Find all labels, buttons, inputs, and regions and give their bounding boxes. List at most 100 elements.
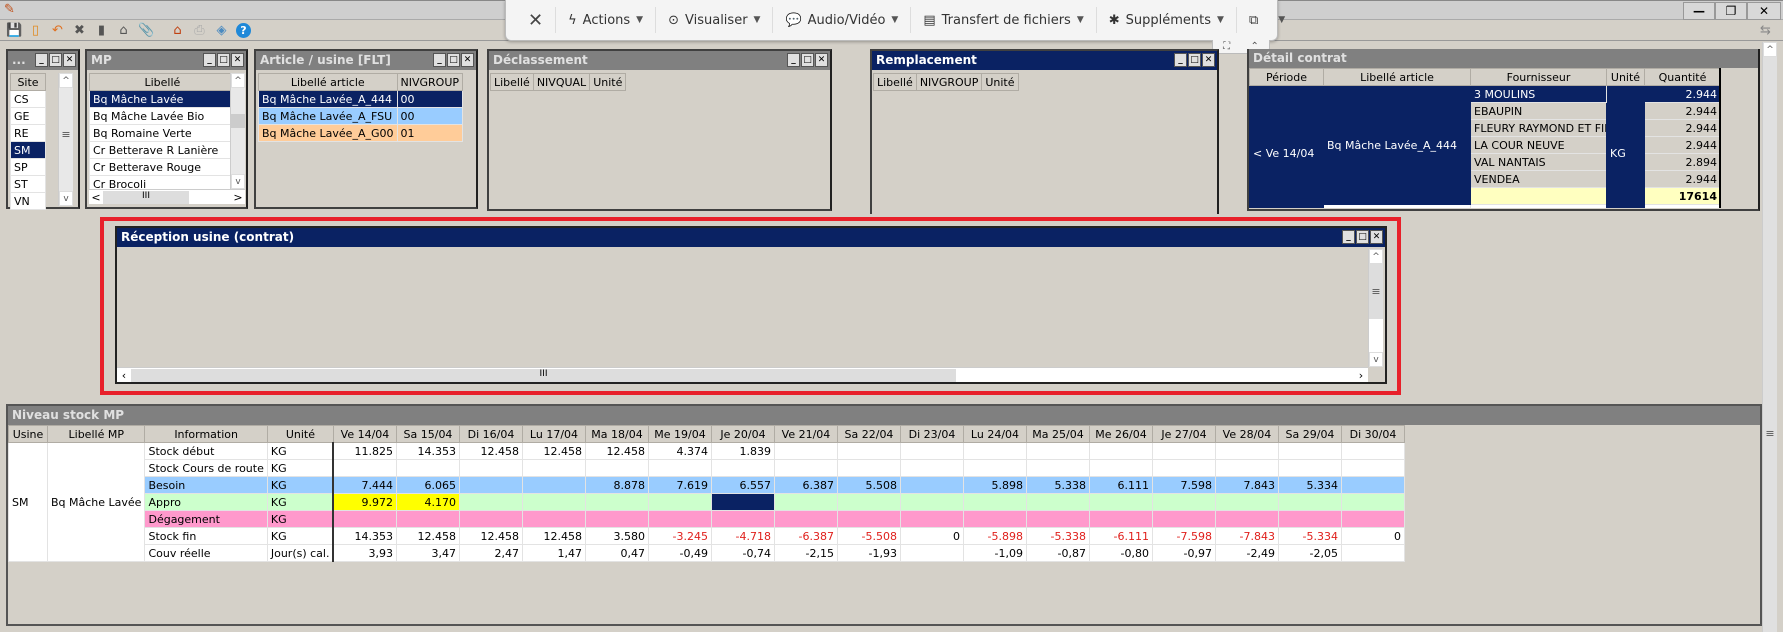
column-header[interactable]: Unité [1606,68,1645,86]
new-document-icon[interactable]: ▯ [28,23,43,38]
day-column-header[interactable]: Di 23/04 [899,425,964,443]
scroll-right-icon[interactable]: > [231,191,245,204]
value-cell[interactable] [1025,442,1090,460]
value-cell[interactable]: 6.557 [710,476,775,494]
scroll-left-icon[interactable]: < [89,191,103,204]
value-cell[interactable] [836,442,901,460]
undo-icon[interactable]: ↶ [50,23,65,38]
scroll-down-icon[interactable]: v [231,174,245,189]
column-header[interactable]: Unité [981,73,1019,91]
value-cell[interactable] [1214,493,1279,511]
value-cell[interactable]: -6.111 [1088,527,1153,545]
value-cell[interactable]: 0 [1340,527,1405,545]
value-cell[interactable]: 12.458 [395,527,460,545]
quantite-cell[interactable]: 2.894 [1644,153,1719,171]
value-cell[interactable]: -5.334 [1277,527,1342,545]
quantite-cell[interactable]: 2.944 [1644,85,1719,103]
libelle-mp-cell[interactable]: Bq Mâche Lavée [46,442,146,562]
value-cell[interactable] [1214,459,1279,477]
windows-menu[interactable]: ⧉ ▼ [1237,7,1297,33]
list-item[interactable]: RE [10,124,46,142]
value-cell[interactable]: 7.619 [647,476,712,494]
information-cell[interactable]: Besoin [144,476,268,494]
value-cell[interactable] [1088,459,1153,477]
list-item[interactable]: Bq Romaine Verte [89,124,230,142]
value-cell[interactable] [1214,510,1279,528]
value-cell[interactable] [773,493,838,511]
day-column-header[interactable]: Sa 29/04 [1277,425,1342,443]
table-row[interactable]: Besoin KG 7.444 6.065 8.878 7.619 6.557 6.387 5.… [8,476,1405,494]
fournisseur-cell[interactable]: VAL NANTAIS [1470,153,1607,171]
list-item[interactable]: SM [10,141,46,159]
scroll-down-icon[interactable]: v [59,191,73,206]
value-cell[interactable]: 14.353 [332,527,397,545]
value-cell[interactable] [962,493,1027,511]
unit-cell[interactable]: KG [266,442,335,460]
cell[interactable]: 00 [396,107,464,125]
column-header[interactable]: Libellé [89,73,230,91]
cell[interactable]: 00 [396,90,464,108]
value-cell[interactable]: 7.843 [1214,476,1279,494]
scroll-thumb[interactable]: ≡ [59,128,73,141]
value-cell[interactable]: 8.878 [584,476,649,494]
value-cell[interactable] [836,493,901,511]
column-header[interactable]: NIVGROUP [396,73,464,91]
value-cell[interactable]: -2,05 [1277,544,1342,562]
cell[interactable]: 01 [396,124,464,142]
value-cell[interactable] [521,459,586,477]
value-cell[interactable]: -1,93 [836,544,901,562]
mp-cell[interactable]: Bq Mâche Lavée [89,90,230,108]
value-cell[interactable]: 6.111 [1088,476,1153,494]
value-cell[interactable]: 3,93 [332,544,397,562]
unit-cell[interactable]: Jour(s) cal. [266,544,335,562]
window-minimize-button[interactable]: _ [1342,230,1355,244]
value-cell[interactable] [899,476,964,494]
table-row[interactable]: Dégagement KG [8,510,1405,528]
value-cell[interactable] [836,459,901,477]
value-cell[interactable]: 2,47 [458,544,523,562]
value-cell[interactable]: -7.843 [1214,527,1279,545]
column-header[interactable]: NIVQUAL [532,73,591,91]
information-cell[interactable]: Couv réelle [144,544,268,562]
value-cell[interactable] [332,510,397,528]
site-cell[interactable]: ST [10,175,46,193]
value-cell[interactable] [458,510,523,528]
periode-cell[interactable]: < Ve 14/04 [1249,85,1324,208]
list-item[interactable]: Cr Betterave R Lanière [89,141,230,159]
save-icon[interactable]: 💾 [6,23,22,38]
value-cell[interactable] [521,510,586,528]
value-cell[interactable]: 6.065 [395,476,460,494]
window-close-button[interactable]: ✕ [63,53,76,67]
value-cell[interactable] [773,442,838,460]
unit-cell[interactable]: KG [266,510,335,528]
horizontal-scrollbar[interactable]: ‹ III › [117,367,1368,382]
value-cell[interactable] [1277,493,1342,511]
column-header[interactable]: Site [10,73,46,91]
value-cell[interactable] [1340,442,1405,460]
mp-cell[interactable]: Cr Betterave Rouge [89,158,230,176]
value-cell[interactable] [1340,544,1405,562]
attachment-icon[interactable]: 📎 [138,23,154,38]
audio-video-menu[interactable]: 💬 Audio/Vidéo ▼ [773,7,912,33]
fournisseur-cell[interactable]: VENDEA [1470,170,1607,188]
value-cell[interactable]: 12.458 [458,442,523,460]
value-cell[interactable]: -0,97 [1151,544,1216,562]
cell[interactable]: Bq Mâche Lavée_A_G00 [258,124,398,142]
window-close-button[interactable]: ✕ [1202,53,1215,67]
value-cell[interactable]: -6.387 [773,527,838,545]
value-cell[interactable] [584,493,649,511]
fournisseur-cell[interactable]: LA COUR NEUVE [1470,136,1607,154]
value-cell[interactable]: 4.170 [395,493,460,511]
value-cell[interactable]: -5.898 [962,527,1027,545]
value-cell[interactable]: 5.508 [836,476,901,494]
cell[interactable]: Bq Mâche Lavée_A_444 [258,90,398,108]
value-cell[interactable] [899,493,964,511]
value-cell[interactable]: -0,87 [1025,544,1090,562]
column-header[interactable]: Période [1249,68,1324,86]
value-cell[interactable]: 14.353 [395,442,460,460]
unit-cell[interactable]: KG [266,459,335,477]
vertical-scrollbar[interactable]: ^ ≡ v [1368,249,1383,367]
list-item[interactable]: Cr Betterave Rouge [89,158,230,176]
value-cell[interactable]: -5.338 [1025,527,1090,545]
value-cell[interactable]: 7.598 [1151,476,1216,494]
